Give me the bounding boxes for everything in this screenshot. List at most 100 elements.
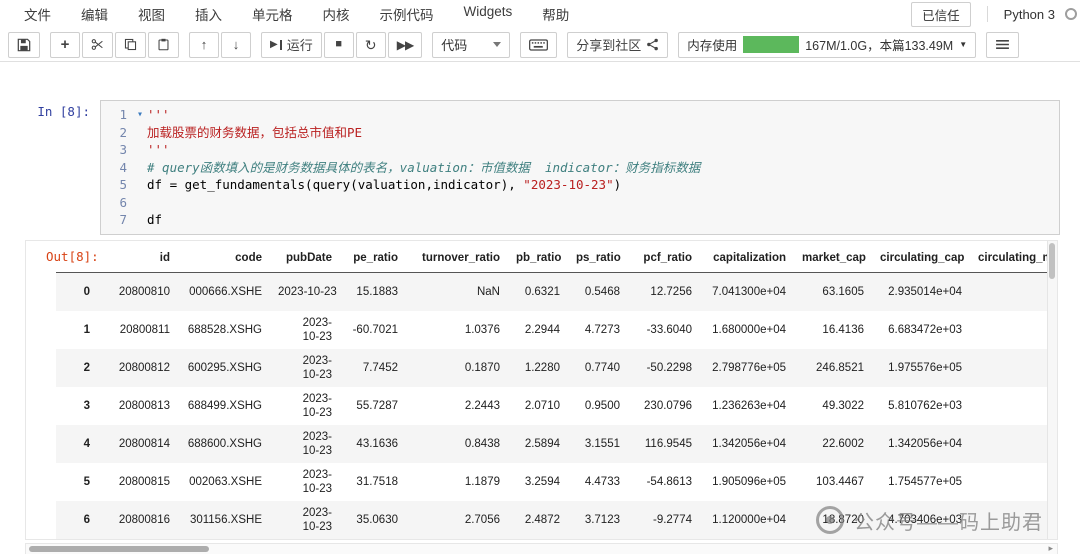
share-icon bbox=[646, 38, 659, 51]
move-cell-down-button[interactable]: ↓ bbox=[221, 31, 251, 58]
table-cell: 2.4872 bbox=[524, 513, 560, 526]
column-header: pubDate bbox=[270, 240, 340, 273]
line-number: 1 bbox=[119, 107, 127, 122]
horizontal-scrollbar-thumb[interactable] bbox=[29, 545, 209, 552]
table-cell: 43.1636 bbox=[356, 437, 398, 450]
vertical-scrollbar-thumb[interactable] bbox=[1049, 242, 1055, 279]
code-editor[interactable]: 1 ▾ ''' 2 加载股票的财务数据，包括总市值和PE 3 ''' 4 # query函数填入… bbox=[100, 100, 1060, 235]
code-line[interactable]: 3 ''' bbox=[101, 141, 1059, 159]
table-cell: 2.935014e+04 bbox=[888, 285, 962, 298]
table-row: 5 20800815 002063.XSHE 2023- 10-23 31.7518 1.… bbox=[56, 463, 1057, 501]
table-cell: 1.236263e+04 bbox=[712, 399, 786, 412]
menu-item-6[interactable]: 示例代码 bbox=[380, 4, 434, 24]
table-cell: 20800812 bbox=[118, 361, 170, 374]
notebook-app: 文件 编辑 视图 插入 单元格 内核 示例代码 Widgets 帮助 已信任 Python 3 … bbox=[0, 0, 1080, 554]
run-button[interactable]: ▶ 运行 bbox=[261, 31, 322, 58]
code-cell[interactable]: In [8]: 1 ▾ ''' 2 加载股票的财务数据，包括总市值和PE 3 ''' 4 # q… bbox=[0, 100, 1080, 554]
arrow-down-icon: ↓ bbox=[232, 37, 240, 52]
row-index: 0 bbox=[83, 285, 90, 298]
memory-widget[interactable]: 内存使用 167M/1.0G，本篇133.49M ▼ bbox=[678, 31, 977, 58]
input-area: In [8]: 1 ▾ ''' 2 加载股票的财务数据，包括总市值和PE 3 ''' 4 # q… bbox=[0, 100, 1080, 235]
toolbar: + ↑ ↓ ▶ 运行 ■ ↻ ▶▶ 代码 分享到社区 内存使用 167M/1.0… bbox=[0, 28, 1080, 62]
restart-icon: ↻ bbox=[364, 36, 377, 53]
table-cell: 2023- 10-23 bbox=[302, 430, 332, 457]
table-cell: 0.7740 bbox=[584, 361, 620, 374]
table-cell: 1.975576e+05 bbox=[888, 361, 962, 374]
output-area: Out[8]: id code pubDate pe_ratio turnover_ra… bbox=[0, 239, 1080, 540]
table-cell: 1.1879 bbox=[464, 475, 500, 488]
command-palette-button[interactable] bbox=[986, 31, 1020, 58]
menu-item-0[interactable]: 文件 bbox=[24, 4, 51, 24]
table-cell: 0.5468 bbox=[584, 285, 620, 298]
column-header: circulating_mark bbox=[970, 240, 1057, 273]
output-prompt: Out[8]: bbox=[46, 248, 99, 264]
line-number: 2 bbox=[119, 124, 127, 140]
table-cell: 002063.XSHE bbox=[189, 475, 262, 488]
fold-arrow-icon[interactable]: ▾ bbox=[133, 106, 147, 124]
run-label: 运行 bbox=[286, 38, 313, 53]
table-cell: 20800810 bbox=[118, 285, 170, 298]
table-cell: 1.120000e+04 bbox=[712, 513, 786, 526]
column-header: id bbox=[98, 240, 178, 273]
table-cell: 3.2594 bbox=[524, 475, 560, 488]
column-header: code bbox=[178, 240, 270, 273]
code-line[interactable]: 2 加载股票的财务数据，包括总市值和PE bbox=[101, 124, 1059, 142]
menu-item-4[interactable]: 单元格 bbox=[252, 4, 293, 24]
table-cell: 31.7518 bbox=[356, 475, 398, 488]
scroll-right-icon[interactable]: ▸ bbox=[1048, 543, 1053, 554]
stop-button[interactable]: ■ bbox=[323, 31, 354, 58]
paste-icon bbox=[157, 38, 170, 51]
save-icon bbox=[17, 38, 31, 52]
code-line[interactable]: 5 df = get_fundamentals(query(valuation,i… bbox=[101, 176, 1059, 194]
line-number: 5 bbox=[119, 177, 127, 192]
table-cell: 20800811 bbox=[119, 323, 170, 336]
trusted-badge[interactable]: 已信任 bbox=[911, 1, 971, 27]
column-header: pcf_ratio bbox=[628, 240, 700, 273]
table-cell: 18.8720 bbox=[822, 513, 864, 526]
edit-group: + bbox=[50, 31, 179, 58]
code-line[interactable]: 4 # query函数填入的是财务数据具体的表名，valuation：市值数据 i… bbox=[101, 159, 1059, 177]
save-button[interactable] bbox=[8, 31, 40, 58]
restart-kernel-button[interactable]: ↻ bbox=[355, 31, 386, 58]
table-cell: 63.1605 bbox=[822, 285, 864, 298]
menu-item-7[interactable]: Widgets bbox=[464, 4, 513, 24]
code-line[interactable]: 7 df bbox=[101, 211, 1059, 229]
row-index: 6 bbox=[83, 513, 90, 526]
menu-item-8[interactable]: 帮助 bbox=[542, 4, 569, 24]
keyboard-shortcuts-button[interactable] bbox=[520, 31, 558, 58]
run-icon: ▶ bbox=[270, 39, 282, 50]
column-header: ps_ratio bbox=[568, 240, 628, 273]
column-header: capitalization bbox=[700, 240, 794, 273]
code-line[interactable]: 6 bbox=[101, 194, 1059, 212]
menu-item-5[interactable]: 内核 bbox=[323, 4, 350, 24]
menu-item-1[interactable]: 编辑 bbox=[81, 4, 108, 24]
restart-run-all-button[interactable]: ▶▶ bbox=[387, 31, 423, 58]
paste-cell-button[interactable] bbox=[148, 31, 179, 58]
menu-item-2[interactable]: 视图 bbox=[138, 4, 165, 24]
line-number: 6 bbox=[119, 194, 127, 210]
table-cell: 1.0376 bbox=[464, 323, 500, 336]
horizontal-scrollbar[interactable]: ▸ bbox=[25, 542, 1058, 554]
memory-label: 内存使用 bbox=[687, 39, 738, 53]
move-group: ↑ ↓ bbox=[189, 31, 251, 58]
move-cell-up-button[interactable]: ↑ bbox=[189, 31, 219, 58]
vertical-scrollbar[interactable] bbox=[1047, 240, 1057, 539]
table-row: 3 20800813 688499.XSHG 2023- 10-23 55.7287 2.… bbox=[56, 387, 1057, 425]
cut-cell-button[interactable] bbox=[82, 31, 113, 58]
add-cell-button[interactable]: + bbox=[50, 31, 80, 58]
divider bbox=[986, 6, 988, 22]
table-cell: -50.2298 bbox=[646, 361, 692, 374]
table-cell: 1.2280 bbox=[524, 361, 560, 374]
copy-cell-button[interactable] bbox=[115, 31, 146, 58]
cell-type-select[interactable]: 代码 bbox=[432, 31, 511, 58]
caret-down-icon: ▼ bbox=[959, 40, 968, 49]
menu-item-3[interactable]: 插入 bbox=[195, 4, 222, 24]
share-button[interactable]: 分享到社区 bbox=[567, 31, 669, 58]
table-cell: 2.7056 bbox=[464, 513, 500, 526]
table-cell: 20800816 bbox=[118, 513, 170, 526]
code-line[interactable]: 1 ▾ ''' bbox=[101, 106, 1059, 124]
